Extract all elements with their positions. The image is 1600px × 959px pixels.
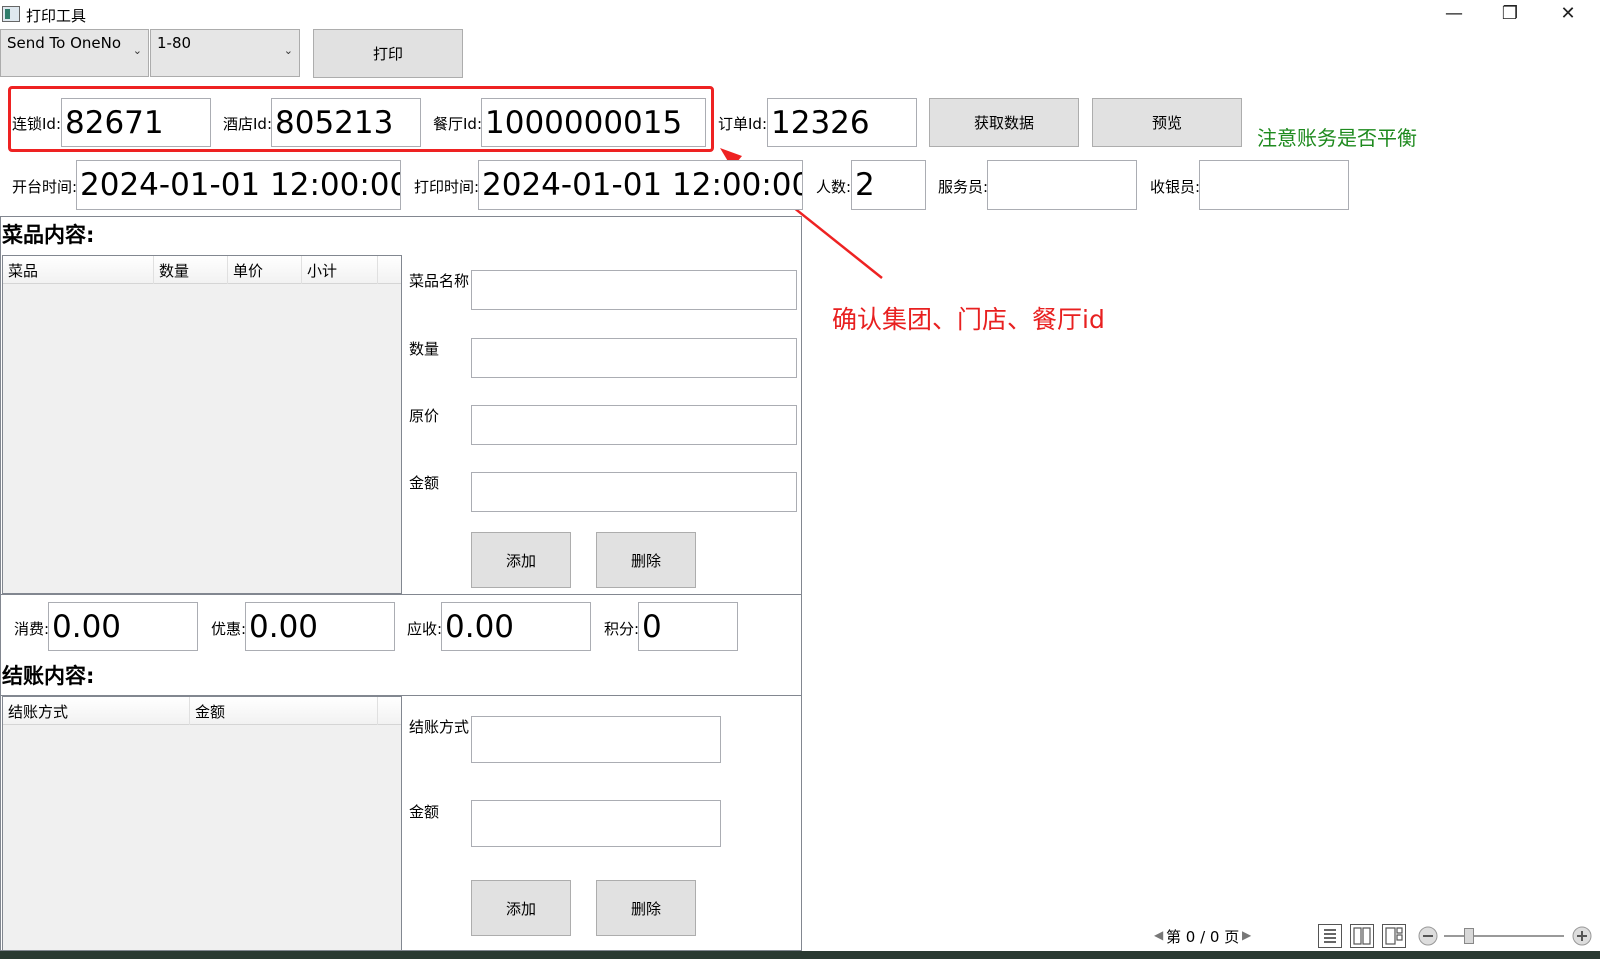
minimize-button[interactable]: — <box>1426 0 1482 28</box>
consume-field[interactable]: 0.00 <box>48 602 198 651</box>
restaurant-id-field[interactable]: 1000000015 <box>481 98 706 147</box>
column-header-dish[interactable]: 菜品 <box>3 256 154 284</box>
discount-field[interactable]: 0.00 <box>245 602 395 651</box>
waiter-label: 服务员: <box>938 178 989 196</box>
next-page-icon[interactable]: ▶ <box>1242 928 1251 942</box>
zoom-in-icon[interactable] <box>1572 926 1592 950</box>
open-time-field[interactable]: 2024-01-01 12:00:00 <box>76 160 401 210</box>
single-page-view-icon[interactable] <box>1318 924 1342 948</box>
dish-qty-field[interactable] <box>471 338 797 378</box>
payment-amount-field[interactable] <box>471 800 721 847</box>
consume-label: 消费: <box>14 620 50 638</box>
cashier-label: 收银员: <box>1150 178 1201 196</box>
balance-note: 注意账务是否平衡 <box>1257 126 1417 150</box>
column-header-unit-price[interactable]: 单价 <box>228 256 302 284</box>
print-time-field[interactable]: 2024-01-01 12:00:00 <box>478 160 803 210</box>
fetch-data-button[interactable]: 获取数据 <box>929 98 1079 147</box>
divider <box>401 255 402 594</box>
dish-price-field[interactable] <box>471 405 797 445</box>
app-icon <box>2 6 20 22</box>
payment-table[interactable]: 结账方式 金额 <box>2 696 402 951</box>
column-header-subtotal[interactable]: 小计 <box>302 256 378 284</box>
chevron-down-icon: ⌄ <box>132 44 142 57</box>
dishes-table[interactable]: 菜品 数量 单价 小计 <box>2 255 402 594</box>
column-header-quantity[interactable]: 数量 <box>154 256 228 284</box>
window-title: 打印工具 <box>26 7 87 25</box>
chain-id-field[interactable]: 82671 <box>61 98 211 147</box>
waiter-field[interactable] <box>987 160 1137 210</box>
order-id-label: 订单Id: <box>718 115 767 133</box>
points-field[interactable]: 0 <box>638 602 738 651</box>
column-header-amount[interactable]: 金额 <box>190 697 378 725</box>
preview-button[interactable]: 预览 <box>1092 98 1242 147</box>
print-button[interactable]: 打印 <box>313 29 463 78</box>
payment-amount-label: 金额 <box>409 803 440 821</box>
hotel-id-field[interactable]: 805213 <box>271 98 421 147</box>
two-page-view-icon[interactable] <box>1350 924 1374 948</box>
restore-button[interactable]: ❐ <box>1482 0 1538 28</box>
dish-name-label: 菜品名称 <box>409 272 470 290</box>
receivable-label: 应收: <box>407 620 443 638</box>
delete-payment-button[interactable]: 删除 <box>596 880 696 936</box>
printer-select[interactable]: Send To OneNo ⌄ <box>0 29 149 77</box>
prev-page-icon[interactable]: ◀ <box>1154 928 1163 942</box>
dish-qty-label: 数量 <box>409 340 440 358</box>
discount-label: 优惠: <box>211 620 247 638</box>
dish-amount-label: 金额 <box>409 474 440 492</box>
printer-select-value: Send To OneNo <box>7 34 122 52</box>
confirm-note: 确认集团、门店、餐厅id <box>832 305 1105 334</box>
chevron-down-icon: ⌄ <box>283 44 293 57</box>
payment-method-label: 结账方式 <box>409 718 470 736</box>
delete-dish-button[interactable]: 删除 <box>596 532 696 588</box>
add-dish-button[interactable]: 添加 <box>471 532 571 588</box>
chain-id-label: 连锁Id: <box>12 115 61 133</box>
dishes-table-header: 菜品 数量 单价 小计 <box>3 256 401 284</box>
dish-amount-field[interactable] <box>471 472 797 512</box>
close-button[interactable]: ✕ <box>1540 0 1596 28</box>
points-label: 积分: <box>604 620 640 638</box>
dish-name-field[interactable] <box>471 270 797 310</box>
dishes-title: 菜品内容: <box>2 223 95 247</box>
add-payment-button[interactable]: 添加 <box>471 880 571 936</box>
cashier-field[interactable] <box>1199 160 1349 210</box>
restaurant-id-label: 餐厅Id: <box>433 115 482 133</box>
payment-method-field[interactable] <box>471 716 721 763</box>
payment-table-header: 结账方式 金额 <box>3 697 401 725</box>
people-label: 人数: <box>816 178 852 196</box>
dish-price-label: 原价 <box>409 407 440 425</box>
hotel-id-label: 酒店Id: <box>223 115 272 133</box>
open-time-label: 开台时间: <box>12 178 78 196</box>
page-info: 第 0 / 0 页 <box>1166 928 1240 946</box>
payment-title: 结账内容: <box>2 664 95 688</box>
zoom-slider[interactable] <box>1444 935 1564 937</box>
range-select-value: 1-80 <box>157 34 192 52</box>
divider <box>401 696 402 951</box>
receivable-field[interactable]: 0.00 <box>441 602 591 651</box>
print-time-label: 打印时间: <box>414 178 480 196</box>
column-header-method[interactable]: 结账方式 <box>3 697 190 725</box>
taskbar-edge <box>0 951 1600 959</box>
range-select[interactable]: 1-80 ⌄ <box>150 29 300 77</box>
zoom-out-icon[interactable] <box>1418 926 1438 950</box>
people-field[interactable]: 2 <box>851 160 926 210</box>
zoom-slider-thumb[interactable] <box>1464 928 1474 944</box>
thumbnails-view-icon[interactable] <box>1382 924 1406 948</box>
divider <box>0 594 802 595</box>
